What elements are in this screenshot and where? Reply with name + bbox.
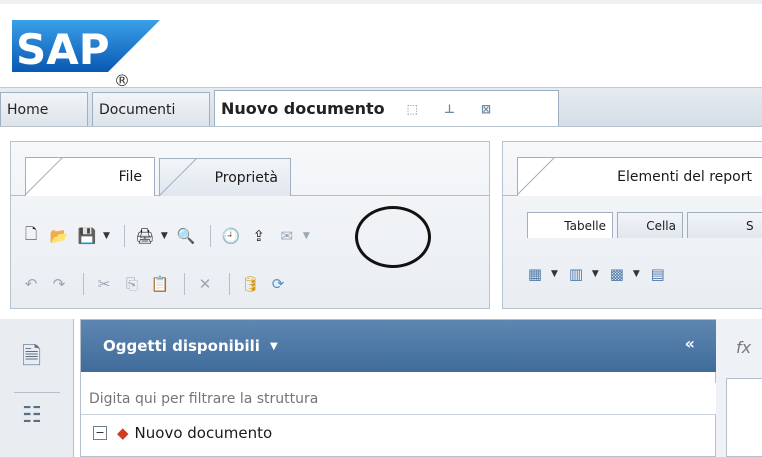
tab-label: Documenti <box>99 101 176 118</box>
new-document-icon[interactable]: 🗋 <box>19 224 43 248</box>
tab-label: File <box>118 169 142 185</box>
close-tab-icon[interactable]: ⊠ <box>481 102 491 116</box>
find-icon[interactable]: 🔍 <box>174 224 198 248</box>
tab-home[interactable]: Home <box>0 92 88 126</box>
edit-query-icon[interactable]: 🛢 <box>238 272 262 296</box>
title-dropdown-icon[interactable]: ▼ <box>270 341 278 352</box>
tab-label: Nuovo documento <box>221 99 385 118</box>
app-header: SAP ® <box>0 0 762 87</box>
tab-file[interactable]: File <box>25 157 155 196</box>
available-objects-icon[interactable]: ☷ <box>22 403 42 428</box>
sap-webi-window: SAP ® Home Documenti Nuovo documento ⬚ ⊥… <box>0 0 762 457</box>
available-objects-header: Oggetti disponibili ▼ « <box>81 320 717 372</box>
form-icon[interactable]: ▤ <box>646 262 670 286</box>
table-dropdown-icon[interactable]: ▼ <box>551 269 558 279</box>
subtab-s[interactable]: S <box>687 212 762 238</box>
tab-documenti[interactable]: Documenti <box>92 92 210 126</box>
crosstab-icon[interactable]: ▩ <box>605 262 629 286</box>
cut-icon[interactable]: ✂ <box>92 272 116 296</box>
tree-item-label: Nuovo documento <box>134 424 273 442</box>
toolbar-separator <box>123 225 125 247</box>
copy-icon[interactable]: ⎘ <box>120 272 144 296</box>
table-icon[interactable]: ▦ <box>523 262 547 286</box>
report-toolbar-row: ▦ ▼ ▥ ▼ ▩ ▼ ▤ <box>523 262 674 286</box>
toolbar-separator <box>209 225 211 247</box>
report-canvas-edge <box>726 378 762 457</box>
highlight-circle <box>355 206 431 268</box>
tree-item-nuovo-documento[interactable]: − ◆ Nuovo documento <box>93 424 272 442</box>
collapse-panel-icon[interactable]: « <box>685 334 695 353</box>
save-dropdown-icon[interactable]: ▼ <box>103 231 110 241</box>
report-panel-tabs: Elementi del report <box>503 142 762 196</box>
subtab-label: Cella <box>646 218 676 233</box>
horizontal-table-icon[interactable]: ▥ <box>564 262 588 286</box>
pin-icon[interactable]: ⊥ <box>444 102 455 116</box>
redo-icon[interactable]: ↷ <box>47 272 71 296</box>
horizontal-table-dropdown-icon[interactable]: ▼ <box>592 269 599 279</box>
tab-label: Elementi del report <box>617 169 752 185</box>
print-icon[interactable]: 🖨 <box>133 224 157 248</box>
paste-icon[interactable]: 📋 <box>148 272 172 296</box>
sap-logo: SAP ® <box>12 20 160 86</box>
undo-icon[interactable]: ↶ <box>19 272 43 296</box>
report-elements-panel: Elementi del report Tabelle Cella S ▦ ▼ … <box>502 141 762 309</box>
available-objects-title[interactable]: Oggetti disponibili <box>103 337 260 355</box>
subtab-cella[interactable]: Cella <box>617 212 683 238</box>
delete-icon[interactable]: ✕ <box>193 272 217 296</box>
send-dropdown-icon[interactable]: ▼ <box>303 231 310 241</box>
file-panel-tabs: File Proprietà <box>11 142 489 197</box>
history-icon[interactable]: 🕘 <box>219 224 243 248</box>
toolbar-separator <box>83 273 84 295</box>
subtab-label: S <box>746 218 754 233</box>
crosstab-dropdown-icon[interactable]: ▼ <box>633 269 640 279</box>
registered-mark: ® <box>114 71 130 86</box>
send-mail-icon[interactable]: ✉ <box>275 224 299 248</box>
document-tab-bar: Home Documenti Nuovo documento ⬚ ⊥ ⊠ <box>0 87 762 127</box>
export-icon[interactable]: ⇪ <box>247 224 271 248</box>
subtab-label: Tabelle <box>564 218 606 233</box>
tab-nuovo-documento[interactable]: Nuovo documento ⬚ ⊥ ⊠ <box>214 90 559 126</box>
tab-label: Proprietà <box>214 169 278 186</box>
save-icon[interactable]: 💾 <box>75 224 99 248</box>
tab-proprieta[interactable]: Proprietà <box>159 158 291 197</box>
document-structure-icon[interactable]: 🗎 <box>22 339 41 380</box>
refresh-icon[interactable]: ⟳ <box>266 272 290 296</box>
toolbar-separator <box>229 273 230 295</box>
open-folder-icon[interactable]: 📂 <box>47 224 71 248</box>
document-icon: ◆ <box>117 424 129 442</box>
formula-fx-label[interactable]: fx <box>736 338 751 357</box>
tab-elementi-del-report[interactable]: Elementi del report <box>517 157 762 196</box>
print-dropdown-icon[interactable]: ▼ <box>161 231 168 241</box>
subtab-tabelle[interactable]: Tabelle <box>527 212 613 238</box>
detach-icon[interactable]: ⬚ <box>407 102 418 116</box>
filter-structure-input[interactable] <box>81 383 717 415</box>
file-toolbar-row-2: ↶ ↷ ✂ ⎘ 📋 ✕ 🛢 ⟳ <box>19 272 294 296</box>
file-toolbar-row-1: 🗋 📂 💾 ▼ 🖨 ▼ 🔍 🕘 ⇪ ✉ ▼ <box>19 224 316 248</box>
tab-label: Home <box>7 101 49 118</box>
side-tool-strip: 🗎 ☷ <box>0 319 74 457</box>
collapse-node-icon[interactable]: − <box>93 426 107 440</box>
logo-text: SAP <box>16 25 110 74</box>
available-objects-panel: Oggetti disponibili ▼ « − ◆ Nuovo docume… <box>80 319 717 457</box>
toolbar-separator <box>184 273 185 295</box>
strip-divider <box>14 392 60 393</box>
